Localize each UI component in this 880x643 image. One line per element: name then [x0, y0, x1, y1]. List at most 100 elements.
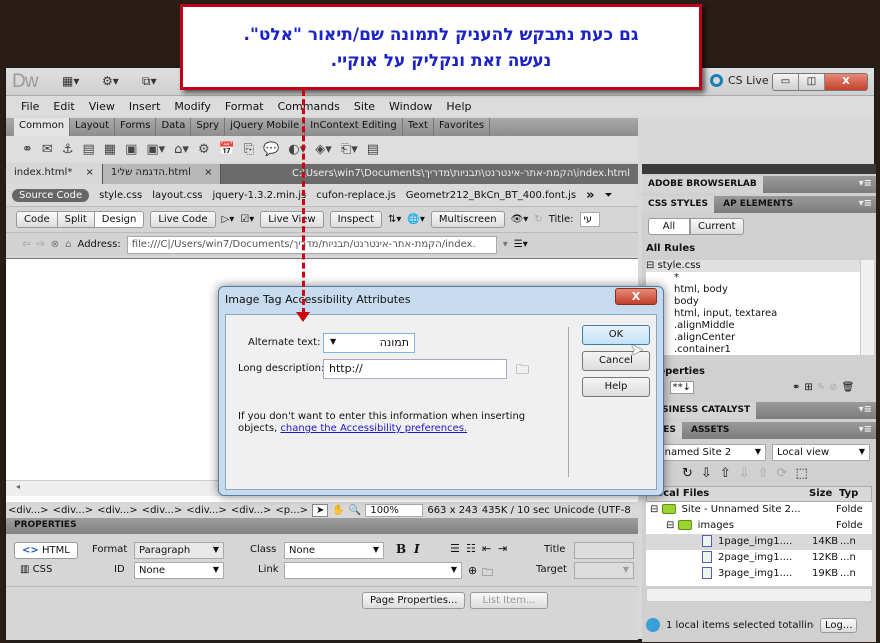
- rule-root[interactable]: ⊟ style.css: [646, 260, 862, 272]
- menu-site[interactable]: Site: [347, 100, 382, 113]
- class-select[interactable]: None ▼: [284, 542, 384, 559]
- home-icon[interactable]: ⌂: [65, 239, 71, 250]
- dialog-close-button[interactable]: X: [615, 288, 657, 305]
- size-header[interactable]: Size: [809, 488, 832, 499]
- edit-rule-icon[interactable]: ✎: [817, 382, 829, 393]
- named-anchor-icon[interactable]: ⚓: [62, 142, 74, 157]
- css-rule[interactable]: *: [646, 272, 862, 284]
- check-page-icon[interactable]: ☑▾: [240, 214, 254, 225]
- menu-window[interactable]: Window: [382, 100, 439, 113]
- inspect-button[interactable]: Inspect: [329, 211, 382, 228]
- tab-layout[interactable]: Layout: [70, 118, 116, 136]
- site-select[interactable]: Unnamed Site 2 ▼: [646, 444, 766, 461]
- css-mode-button[interactable]: ▥ CSS: [20, 564, 52, 575]
- current-button[interactable]: Current: [690, 218, 744, 235]
- layout-icon[interactable]: ▦▾: [62, 74, 79, 88]
- tag-div[interactable]: <div...>: [8, 505, 49, 516]
- view-select[interactable]: Local view ▼: [772, 444, 870, 461]
- panel-menu-icon[interactable]: ▾≡: [859, 404, 872, 415]
- visual-aids-icon[interactable]: 👁▾: [511, 214, 529, 225]
- file-row[interactable]: 3page_img1.... 19KB ...n: [646, 566, 872, 582]
- type-header[interactable]: Typ: [839, 488, 858, 499]
- file-row[interactable]: 1page_img1.... 14KB ...n: [646, 534, 872, 550]
- tab-jquery-mobile[interactable]: jQuery Mobile: [225, 118, 306, 136]
- tag-div[interactable]: <div...>: [97, 505, 138, 516]
- title-input[interactable]: עי: [579, 212, 600, 227]
- unordered-list-icon[interactable]: ☰: [450, 542, 460, 555]
- split-view-button[interactable]: Split: [56, 211, 94, 228]
- insert-div-icon[interactable]: ▣: [125, 142, 137, 157]
- bold-button[interactable]: B: [396, 542, 406, 556]
- put-icon[interactable]: ⇧: [720, 466, 739, 481]
- live-code-button[interactable]: Live Code: [150, 211, 216, 228]
- files-hscrollbar[interactable]: [646, 588, 872, 602]
- menu-format[interactable]: Format: [218, 100, 271, 113]
- id-select[interactable]: None ▼: [134, 562, 224, 579]
- tab-forms[interactable]: Forms: [115, 118, 157, 136]
- panel-menu-icon[interactable]: ▾≡: [859, 178, 872, 189]
- tag-chooser-icon[interactable]: ▤: [367, 142, 379, 157]
- file-row[interactable]: ⊟ Site - Unnamed Site 2... Folde: [646, 502, 872, 518]
- tab-incontext-editing[interactable]: InContext Editing: [305, 118, 403, 136]
- window-size[interactable]: 663 x 243: [427, 505, 477, 516]
- widget-icon[interactable]: ⚙: [198, 142, 210, 157]
- date-icon[interactable]: 📅: [219, 142, 235, 157]
- related-file[interactable]: style.css: [99, 190, 142, 201]
- css-rule[interactable]: .container1: [646, 344, 862, 356]
- refresh-icon[interactable]: ↻: [682, 466, 701, 481]
- panel-menu-icon[interactable]: ▾≡: [859, 424, 872, 435]
- multiscreen-button[interactable]: Multiscreen: [430, 211, 505, 228]
- check-in-icon[interactable]: ⇧: [758, 466, 777, 481]
- target-select[interactable]: ▼: [574, 562, 634, 579]
- long-description-input[interactable]: http://: [323, 359, 507, 379]
- doc-tab-demo[interactable]: הדגמה שלי1.html ×: [102, 164, 222, 184]
- tab-browserlab[interactable]: ADOBE BROWSERLAB: [642, 176, 763, 193]
- format-select[interactable]: Paragraph ▼: [134, 542, 224, 559]
- tag-div[interactable]: <div...>: [231, 505, 272, 516]
- disable-icon[interactable]: ⊘: [829, 382, 841, 393]
- related-file[interactable]: cufon-replace.js: [316, 190, 396, 201]
- tag-p[interactable]: <p...>: [275, 505, 308, 516]
- css-rule[interactable]: .alignMiddle: [646, 320, 862, 332]
- ordered-list-icon[interactable]: ☷: [466, 542, 476, 555]
- tab-ap-elements[interactable]: AP ELEMENTS: [717, 196, 799, 213]
- gear-icon[interactable]: ⚙▾: [102, 74, 119, 88]
- zoom-select[interactable]: 100%: [365, 503, 424, 517]
- browse-folder-icon[interactable]: 🗀: [516, 361, 529, 383]
- script-icon[interactable]: ◈▾: [315, 142, 332, 157]
- all-button[interactable]: All: [648, 218, 690, 235]
- minimize-button[interactable]: ▭: [773, 74, 799, 90]
- templates-icon[interactable]: ⎗▾: [341, 142, 358, 157]
- italic-button[interactable]: I: [414, 542, 420, 556]
- cs-live-button[interactable]: CS Live: [710, 74, 769, 87]
- close-tab-icon[interactable]: ×: [86, 167, 94, 178]
- list-item-button[interactable]: List Item...: [470, 592, 548, 609]
- server-include-icon[interactable]: ⎘: [244, 142, 254, 157]
- comment-icon[interactable]: 💬: [263, 142, 279, 157]
- attach-stylesheet-icon[interactable]: ⚭: [792, 382, 804, 393]
- indent-icon[interactable]: ⇥: [498, 542, 507, 555]
- zoom-tool-icon[interactable]: 🔍: [349, 505, 361, 516]
- alt-text-combobox[interactable]: תמונה ▼: [323, 333, 415, 353]
- tag-div[interactable]: <div...>: [53, 505, 94, 516]
- email-link-icon[interactable]: ✉: [42, 142, 53, 157]
- filter-icon[interactable]: ⏷: [605, 190, 613, 201]
- related-file[interactable]: Geometr212_BkCn_BT_400.font.js: [406, 190, 576, 201]
- tab-text[interactable]: Text: [403, 118, 434, 136]
- horizontal-rule-icon[interactable]: ▤: [82, 142, 94, 157]
- new-rule-icon[interactable]: ⊞: [804, 382, 816, 393]
- hyperlink-icon[interactable]: ⚭: [22, 142, 33, 157]
- images-icon[interactable]: ▣▾: [146, 142, 165, 157]
- restore-button[interactable]: ◫: [799, 74, 825, 90]
- menu-file[interactable]: File: [14, 100, 46, 113]
- file-row[interactable]: ⊟ images Folde: [646, 518, 872, 534]
- hand-tool-icon[interactable]: ✋: [332, 505, 344, 516]
- stop-icon[interactable]: ⊗: [51, 239, 59, 250]
- table-icon[interactable]: ▦: [104, 142, 116, 157]
- css-rule[interactable]: html, input, textarea: [646, 308, 862, 320]
- refresh-icon[interactable]: ↻: [534, 214, 542, 225]
- rules-scrollbar[interactable]: [860, 260, 874, 355]
- accessibility-preferences-link[interactable]: change the Accessibility preferences.: [280, 423, 467, 434]
- design-view-button[interactable]: Design: [93, 211, 145, 228]
- address-input[interactable]: file:///C|/Users/win7/Documents/הקמת-אתר…: [126, 235, 497, 254]
